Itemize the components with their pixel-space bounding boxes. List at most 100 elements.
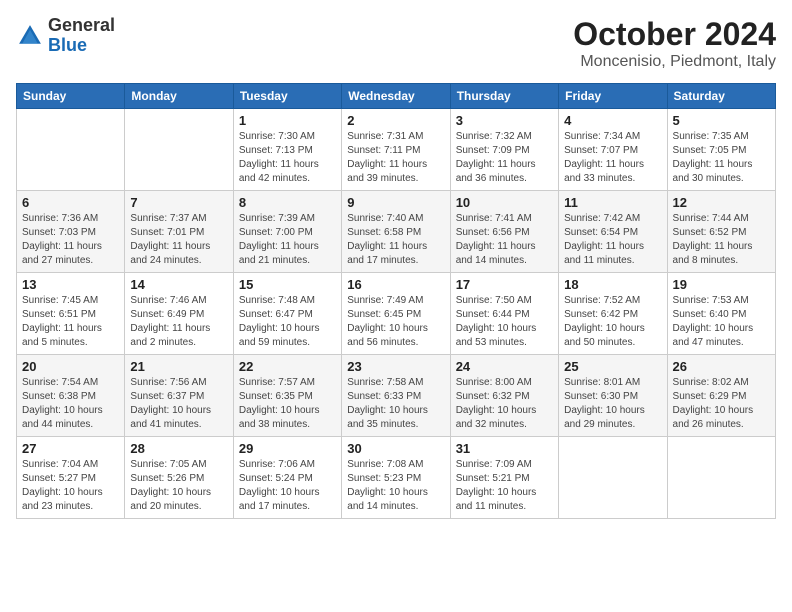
day-number: 27: [22, 441, 119, 456]
week-row-0: 1Sunrise: 7:30 AM Sunset: 7:13 PM Daylig…: [17, 109, 776, 191]
day-cell: [667, 437, 775, 519]
header-friday: Friday: [559, 84, 667, 109]
week-row-3: 20 Sunrise: 7:54 AM Sunset: 6:38 PM Dayli…: [17, 355, 776, 437]
day-number: 28: [130, 441, 227, 456]
day-number: 2: [347, 113, 444, 128]
day-cell: [17, 109, 125, 191]
day-cell: 23 Sunrise: 7:58 AM Sunset: 6:33 PM Dayli…: [342, 355, 450, 437]
day-cell: 1Sunrise: 7:30 AM Sunset: 7:13 PM Daylig…: [233, 109, 341, 191]
day-number: 25: [564, 359, 661, 374]
day-number: 21: [130, 359, 227, 374]
day-info: Sunrise: 7:40 AM Sunset: 6:58 PM Dayligh…: [347, 212, 444, 268]
day-number: 14: [130, 277, 227, 292]
day-number: 12: [673, 195, 770, 210]
day-number: 22: [239, 359, 336, 374]
day-info: Sunrise: 7:09 AM Sunset: 5:21 PM Dayligh…: [456, 458, 553, 514]
day-cell: 28 Sunrise: 7:05 AM Sunset: 5:26 PM Dayli…: [125, 437, 233, 519]
day-number: 11: [564, 195, 661, 210]
header-monday: Monday: [125, 84, 233, 109]
day-number: 8: [239, 195, 336, 210]
day-info: Sunrise: 7:36 AM Sunset: 7:03 PM Dayligh…: [22, 212, 119, 268]
day-cell: 3Sunrise: 7:32 AM Sunset: 7:09 PM Daylig…: [450, 109, 558, 191]
logo-icon: [16, 22, 44, 50]
day-cell: 21 Sunrise: 7:56 AM Sunset: 6:37 PM Dayli…: [125, 355, 233, 437]
day-number: 18: [564, 277, 661, 292]
day-cell: 16 Sunrise: 7:49 AM Sunset: 6:45 PM Dayli…: [342, 273, 450, 355]
day-cell: 20 Sunrise: 7:54 AM Sunset: 6:38 PM Dayli…: [17, 355, 125, 437]
day-info: Sunrise: 7:39 AM Sunset: 7:00 PM Dayligh…: [239, 212, 336, 268]
day-cell: [559, 437, 667, 519]
day-cell: 26Sunrise: 8:02 AM Sunset: 6:29 PM Dayli…: [667, 355, 775, 437]
day-info: Sunrise: 7:06 AM Sunset: 5:24 PM Dayligh…: [239, 458, 336, 514]
day-cell: 12Sunrise: 7:44 AM Sunset: 6:52 PM Dayli…: [667, 191, 775, 273]
day-info: Sunrise: 7:41 AM Sunset: 6:56 PM Dayligh…: [456, 212, 553, 268]
day-cell: [125, 109, 233, 191]
day-cell: 17 Sunrise: 7:50 AM Sunset: 6:44 PM Dayli…: [450, 273, 558, 355]
day-cell: 10 Sunrise: 7:41 AM Sunset: 6:56 PM Dayli…: [450, 191, 558, 273]
day-number: 29: [239, 441, 336, 456]
month-year: October 2024: [573, 16, 776, 53]
day-cell: 27 Sunrise: 7:04 AM Sunset: 5:27 PM Dayli…: [17, 437, 125, 519]
logo-text: General Blue: [48, 16, 115, 56]
day-info: Sunrise: 7:08 AM Sunset: 5:23 PM Dayligh…: [347, 458, 444, 514]
day-number: 10: [456, 195, 553, 210]
logo: General Blue: [16, 16, 115, 56]
day-number: 24: [456, 359, 553, 374]
day-info: Sunrise: 8:02 AM Sunset: 6:29 PM Dayligh…: [673, 376, 770, 432]
day-number: 15: [239, 277, 336, 292]
day-number: 3: [456, 113, 553, 128]
day-info: Sunrise: 7:31 AM Sunset: 7:11 PM Dayligh…: [347, 130, 444, 186]
header-wednesday: Wednesday: [342, 84, 450, 109]
day-number: 31: [456, 441, 553, 456]
title-block: October 2024 Moncenisio, Piedmont, Italy: [573, 16, 776, 71]
week-row-2: 13Sunrise: 7:45 AM Sunset: 6:51 PM Dayli…: [17, 273, 776, 355]
header-thursday: Thursday: [450, 84, 558, 109]
week-row-1: 6Sunrise: 7:36 AM Sunset: 7:03 PM Daylig…: [17, 191, 776, 273]
day-number: 4: [564, 113, 661, 128]
header-saturday: Saturday: [667, 84, 775, 109]
day-cell: 22Sunrise: 7:57 AM Sunset: 6:35 PM Dayli…: [233, 355, 341, 437]
day-cell: 11Sunrise: 7:42 AM Sunset: 6:54 PM Dayli…: [559, 191, 667, 273]
day-cell: 30Sunrise: 7:08 AM Sunset: 5:23 PM Dayli…: [342, 437, 450, 519]
day-cell: 8 Sunrise: 7:39 AM Sunset: 7:00 PM Daylig…: [233, 191, 341, 273]
day-info: Sunrise: 7:54 AM Sunset: 6:38 PM Dayligh…: [22, 376, 119, 432]
day-info: Sunrise: 7:35 AM Sunset: 7:05 PM Dayligh…: [673, 130, 770, 186]
day-cell: 24 Sunrise: 8:00 AM Sunset: 6:32 PM Dayli…: [450, 355, 558, 437]
day-info: Sunrise: 7:49 AM Sunset: 6:45 PM Dayligh…: [347, 294, 444, 350]
day-number: 23: [347, 359, 444, 374]
day-cell: 18 Sunrise: 7:52 AM Sunset: 6:42 PM Dayli…: [559, 273, 667, 355]
location: Moncenisio, Piedmont, Italy: [573, 53, 776, 71]
day-cell: 13Sunrise: 7:45 AM Sunset: 6:51 PM Dayli…: [17, 273, 125, 355]
day-info: Sunrise: 7:52 AM Sunset: 6:42 PM Dayligh…: [564, 294, 661, 350]
day-number: 20: [22, 359, 119, 374]
day-number: 9: [347, 195, 444, 210]
header-tuesday: Tuesday: [233, 84, 341, 109]
day-cell: 9 Sunrise: 7:40 AM Sunset: 6:58 PM Daylig…: [342, 191, 450, 273]
day-number: 17: [456, 277, 553, 292]
week-row-4: 27 Sunrise: 7:04 AM Sunset: 5:27 PM Dayli…: [17, 437, 776, 519]
day-number: 7: [130, 195, 227, 210]
day-cell: 19Sunrise: 7:53 AM Sunset: 6:40 PM Dayli…: [667, 273, 775, 355]
header-row: SundayMondayTuesdayWednesdayThursdayFrid…: [17, 84, 776, 109]
day-cell: 6Sunrise: 7:36 AM Sunset: 7:03 PM Daylig…: [17, 191, 125, 273]
day-info: Sunrise: 7:56 AM Sunset: 6:37 PM Dayligh…: [130, 376, 227, 432]
day-info: Sunrise: 7:50 AM Sunset: 6:44 PM Dayligh…: [456, 294, 553, 350]
day-info: Sunrise: 7:46 AM Sunset: 6:49 PM Dayligh…: [130, 294, 227, 350]
day-info: Sunrise: 7:04 AM Sunset: 5:27 PM Dayligh…: [22, 458, 119, 514]
day-number: 16: [347, 277, 444, 292]
day-cell: 25 Sunrise: 8:01 AM Sunset: 6:30 PM Dayli…: [559, 355, 667, 437]
calendar-table: SundayMondayTuesdayWednesdayThursdayFrid…: [16, 83, 776, 519]
day-info: Sunrise: 7:37 AM Sunset: 7:01 PM Dayligh…: [130, 212, 227, 268]
day-info: Sunrise: 7:45 AM Sunset: 6:51 PM Dayligh…: [22, 294, 119, 350]
day-info: Sunrise: 7:53 AM Sunset: 6:40 PM Dayligh…: [673, 294, 770, 350]
day-info: Sunrise: 7:05 AM Sunset: 5:26 PM Dayligh…: [130, 458, 227, 514]
day-info: Sunrise: 7:58 AM Sunset: 6:33 PM Dayligh…: [347, 376, 444, 432]
day-cell: 29 Sunrise: 7:06 AM Sunset: 5:24 PM Dayli…: [233, 437, 341, 519]
day-info: Sunrise: 8:00 AM Sunset: 6:32 PM Dayligh…: [456, 376, 553, 432]
logo-general: General: [48, 15, 115, 35]
day-number: 1: [239, 113, 336, 128]
page-header: General Blue October 2024 Moncenisio, Pi…: [16, 16, 776, 71]
day-info: Sunrise: 8:01 AM Sunset: 6:30 PM Dayligh…: [564, 376, 661, 432]
day-number: 5: [673, 113, 770, 128]
day-cell: 15Sunrise: 7:48 AM Sunset: 6:47 PM Dayli…: [233, 273, 341, 355]
